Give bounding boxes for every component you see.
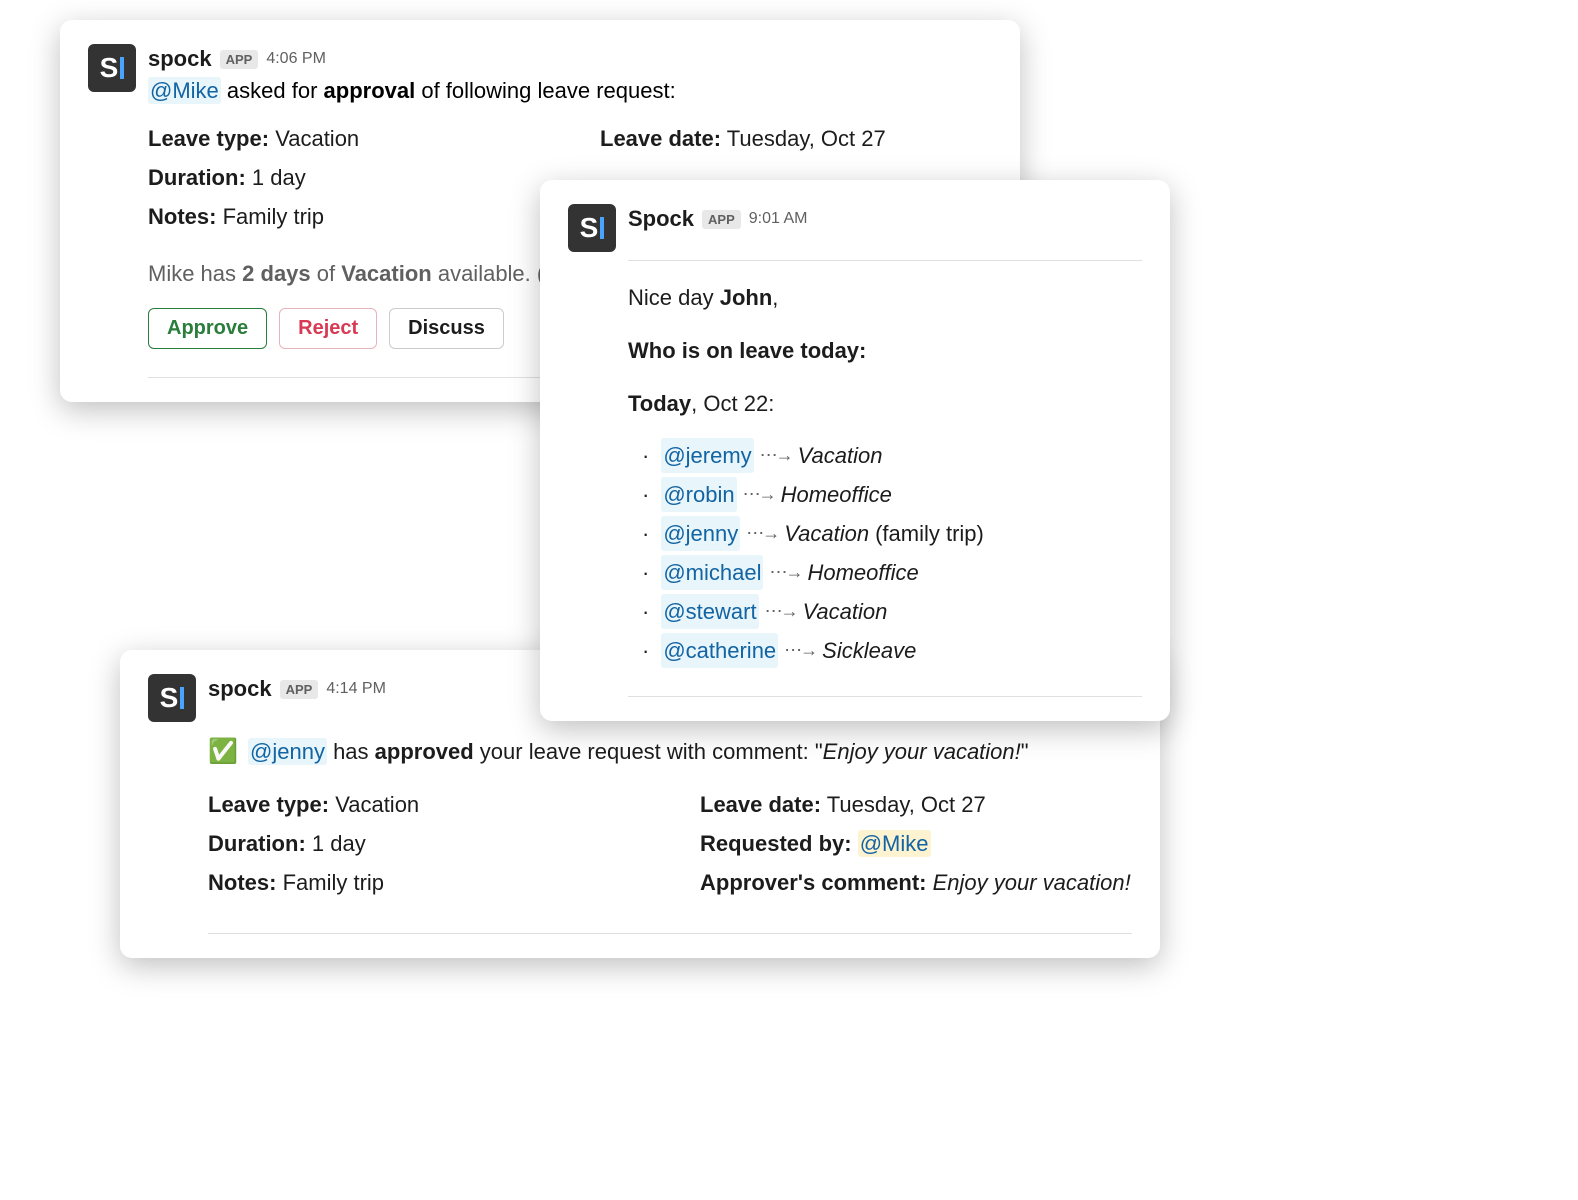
message-header: S spock APP 4:06 PM @Mike asked for appr… [88,44,992,104]
subheading: Who is on leave today: [628,334,1142,367]
leave-item: · @stewart ⋯→ Vacation [642,594,1142,629]
leave-item: · @jeremy ⋯→ Vacation [642,438,1142,473]
today-date: Today, Oct 22: [628,387,1142,420]
leave-date-value: Tuesday, Oct 27 [827,792,986,817]
text: of following leave request: [415,78,676,103]
mention-user[interactable]: @robin [661,477,736,512]
arrow-icon: ⋯→ [765,598,797,625]
bullet-icon: · [642,478,649,511]
text: has [327,739,375,764]
bullet-icon: · [642,439,649,472]
bullet-icon: · [642,595,649,628]
divider [208,933,1132,934]
notes-value: Family trip [283,870,384,895]
text-bold: approval [324,78,416,103]
notes-label: Notes: [148,204,216,229]
notes-label: Notes: [208,870,276,895]
leave-type-value: Vacation [335,792,419,817]
duration-value: 1 day [312,831,366,856]
leave-item: · @catherine⋯→ Sickleave [642,633,1142,668]
duration-value: 1 day [252,165,306,190]
divider [628,696,1142,697]
leave-type-value: Vacation [275,126,359,151]
leave-item: · @jenny⋯→ Vacation (family trip) [642,516,1142,551]
mention-user[interactable]: @jenny [661,516,740,551]
leave-list: ·@jeremy⋯→ Vacation·@robin⋯→ Homeoffice·… [628,438,1142,668]
app-badge: APP [280,680,319,699]
arrow-icon: ⋯→ [746,520,778,547]
leave-type: Sickleave [822,634,916,667]
duration-label: Duration: [208,831,306,856]
mention-requester[interactable]: @Mike [858,830,931,857]
text: your leave request with comment: " [474,739,823,764]
text-bold: approved [375,739,474,764]
mention-user[interactable]: @michael [661,555,763,590]
bullet-icon: · [642,634,649,667]
leave-type: Homeoffice [807,556,918,589]
requested-by-label: Requested by: [700,831,852,856]
approver-comment-label: Approver's comment: [700,870,927,895]
app-avatar: S [88,44,136,92]
approve-button[interactable]: Approve [148,308,267,349]
avatar-s-icon: S [100,52,125,84]
leave-type: Homeoffice [781,478,892,511]
leave-item: · @robin ⋯→ Homeoffice [642,477,1142,512]
greeting: Nice day John, [628,281,1142,314]
text: " [1021,739,1029,764]
mention-user[interactable]: @Mike [148,77,221,104]
leave-date-label: Leave date: [600,126,721,151]
mention-user[interactable]: @catherine [661,633,778,668]
daily-leave-summary-card: S Spock APP 9:01 AM Nice day John, Who i… [540,180,1170,721]
text: asked for [221,78,324,103]
avatar-s-icon: S [580,212,605,244]
app-badge: APP [220,50,259,69]
app-badge: APP [702,210,741,229]
leave-extra: (family trip) [875,517,984,550]
message-time: 9:01 AM [749,210,808,228]
leave-type-label: Leave type: [148,126,269,151]
bullet-icon: · [642,517,649,550]
sender-name: spock [208,676,272,702]
notes-value: Family trip [223,204,324,229]
arrow-icon: ⋯→ [760,442,792,469]
reject-button[interactable]: Reject [279,308,377,349]
avatar-s-icon: S [160,682,185,714]
mention-approver[interactable]: @jenny [248,738,327,765]
message-time: 4:06 PM [266,50,326,68]
arrow-icon: ⋯→ [743,481,775,508]
leave-date-value: Tuesday, Oct 27 [727,126,886,151]
divider [628,260,1142,261]
check-icon: ✅ [208,738,238,765]
sender-name: spock [148,46,212,72]
leave-type: Vacation [803,595,888,628]
app-avatar: S [148,674,196,722]
approver-comment-value: Enjoy your vacation! [933,870,1131,895]
arrow-icon: ⋯→ [784,637,816,664]
leave-date-label: Leave date: [700,792,821,817]
mention-user[interactable]: @jeremy [661,438,753,473]
message-header: S Spock APP 9:01 AM [568,204,1142,252]
sender-name: Spock [628,206,694,232]
comment-text: Enjoy your vacation! [823,739,1021,764]
message-time: 4:14 PM [326,680,386,698]
mention-user[interactable]: @stewart [661,594,758,629]
bullet-icon: · [642,556,649,589]
leave-item: · @michael⋯→ Homeoffice [642,555,1142,590]
duration-label: Duration: [148,165,246,190]
discuss-button[interactable]: Discuss [389,308,504,349]
leave-type: Vacation [784,517,869,550]
arrow-icon: ⋯→ [769,559,801,586]
leave-type: Vacation [798,439,883,472]
leave-type-label: Leave type: [208,792,329,817]
app-avatar: S [568,204,616,252]
